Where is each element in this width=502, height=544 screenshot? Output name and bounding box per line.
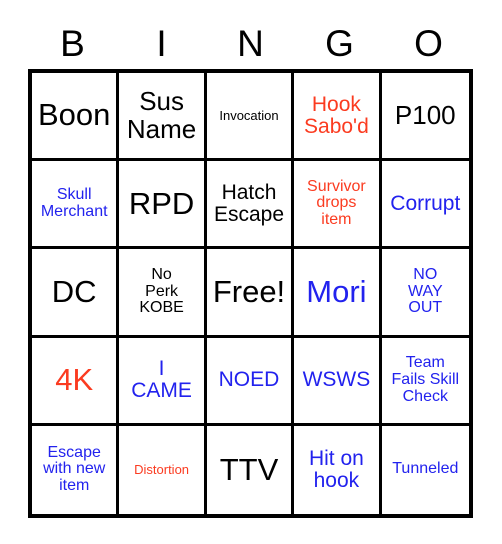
bingo-cell-label: WSWS [302,368,371,392]
bingo-cell-label: Hatch Escape [213,180,285,226]
bingo-cell-label: NOED [218,368,280,392]
bingo-cell-label: 4K [55,361,94,397]
bingo-cell[interactable]: 4K [32,337,120,426]
bingo-cell[interactable]: NOED [206,337,295,426]
bingo-card: B I N G O Boon Sus Name Invocation Hook Sab… [0,0,502,544]
bingo-cell[interactable]: NO WAY OUT [381,249,469,338]
bingo-cell-label: Mori [306,273,367,309]
bingo-cell[interactable]: No Perk KOBE [119,249,207,338]
bingo-cell-label: Hit on hook [308,446,364,492]
bingo-cell[interactable]: Escape with new item [32,425,120,514]
bingo-header-letter-n: N [237,22,264,64]
bingo-cell[interactable]: Boon [32,73,120,162]
bingo-header: B I N G O [28,18,473,68]
bingo-cell[interactable]: DC [32,249,120,338]
bingo-cell[interactable]: I CAME [119,337,207,426]
bingo-cell[interactable]: Corrupt [381,161,469,250]
bingo-cell[interactable]: Hook Sabo'd [294,73,382,162]
bingo-cell[interactable]: Skull Merchant [32,161,120,250]
bingo-cell[interactable]: WSWS [294,337,382,426]
bingo-cell-label: Boon [37,97,111,133]
bingo-header-letter-o: O [414,22,443,64]
bingo-cell-label: Tunneled [392,460,459,478]
bingo-cell[interactable]: Hit on hook [294,425,382,514]
bingo-cell-label: NO WAY OUT [407,265,443,317]
bingo-cell[interactable]: Hatch Escape [206,161,295,250]
bingo-cell-label: I CAME [131,357,192,403]
bingo-cell[interactable]: Tunneled [381,425,469,514]
bingo-cell[interactable]: Free! [206,249,295,338]
bingo-cell-label: Sus Name [126,86,197,144]
bingo-header-letter-i: I [156,22,167,64]
bingo-cell-label: Hook Sabo'd [304,92,369,138]
bingo-cell-label: Team Fails Skill Check [391,354,460,405]
bingo-cell[interactable]: Sus Name [119,73,207,162]
bingo-cell[interactable]: Invocation [206,73,295,162]
bingo-cell[interactable]: Mori [294,249,382,338]
bingo-cell[interactable]: Survivor drops item [294,161,382,250]
bingo-header-letter-b: B [60,22,85,64]
bingo-cell[interactable]: RPD [119,161,207,250]
bingo-cell[interactable]: Team Fails Skill Check [381,337,469,426]
bingo-cell[interactable]: TTV [206,425,295,514]
bingo-cell-label: Survivor drops item [307,177,366,229]
bingo-cell-label: Free! [212,273,286,309]
bingo-grid: Boon Sus Name Invocation Hook Sabo'd P100 Sku… [28,69,473,518]
bingo-cell-label: No Perk KOBE [139,265,184,317]
bingo-header-letter-g: G [325,22,354,64]
bingo-cell-label: DC [51,273,97,309]
bingo-cell-label: RPD [128,185,195,221]
bingo-cell-label: Escape with new item [43,443,106,495]
bingo-cell[interactable]: P100 [381,73,469,162]
bingo-cell-label: P100 [394,99,456,130]
bingo-cell-label: Distortion [134,462,190,478]
bingo-cell-label: TTV [219,451,279,487]
bingo-cell-label: Corrupt [390,191,461,215]
bingo-cell-label: Invocation [219,107,279,123]
bingo-cell[interactable]: Distortion [119,425,207,514]
bingo-cell-label: Skull Merchant [40,185,108,220]
